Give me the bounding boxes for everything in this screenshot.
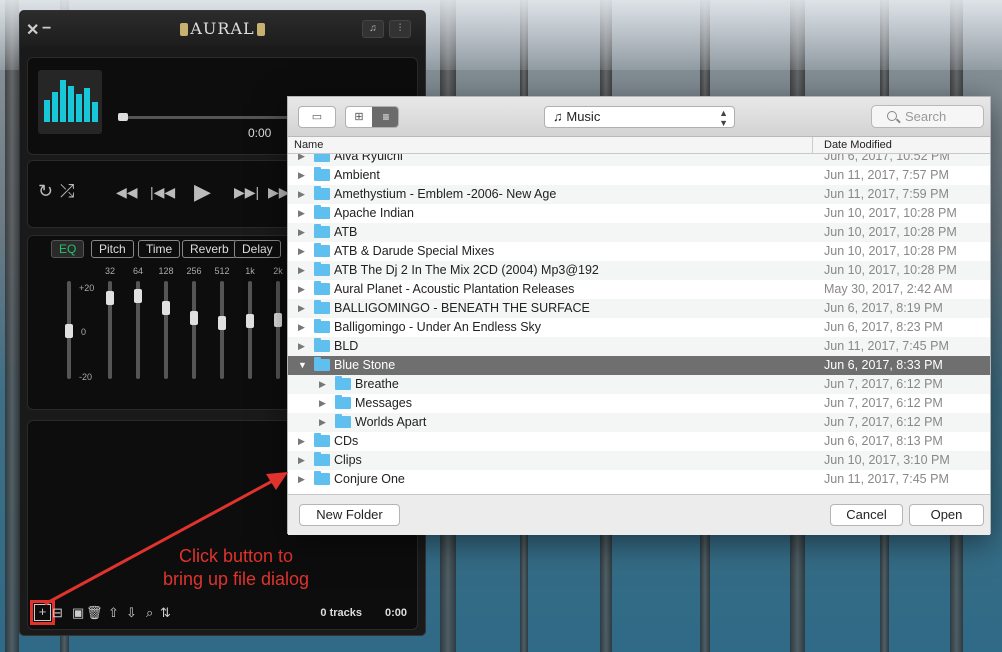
annotation-arrow — [44, 472, 288, 606]
